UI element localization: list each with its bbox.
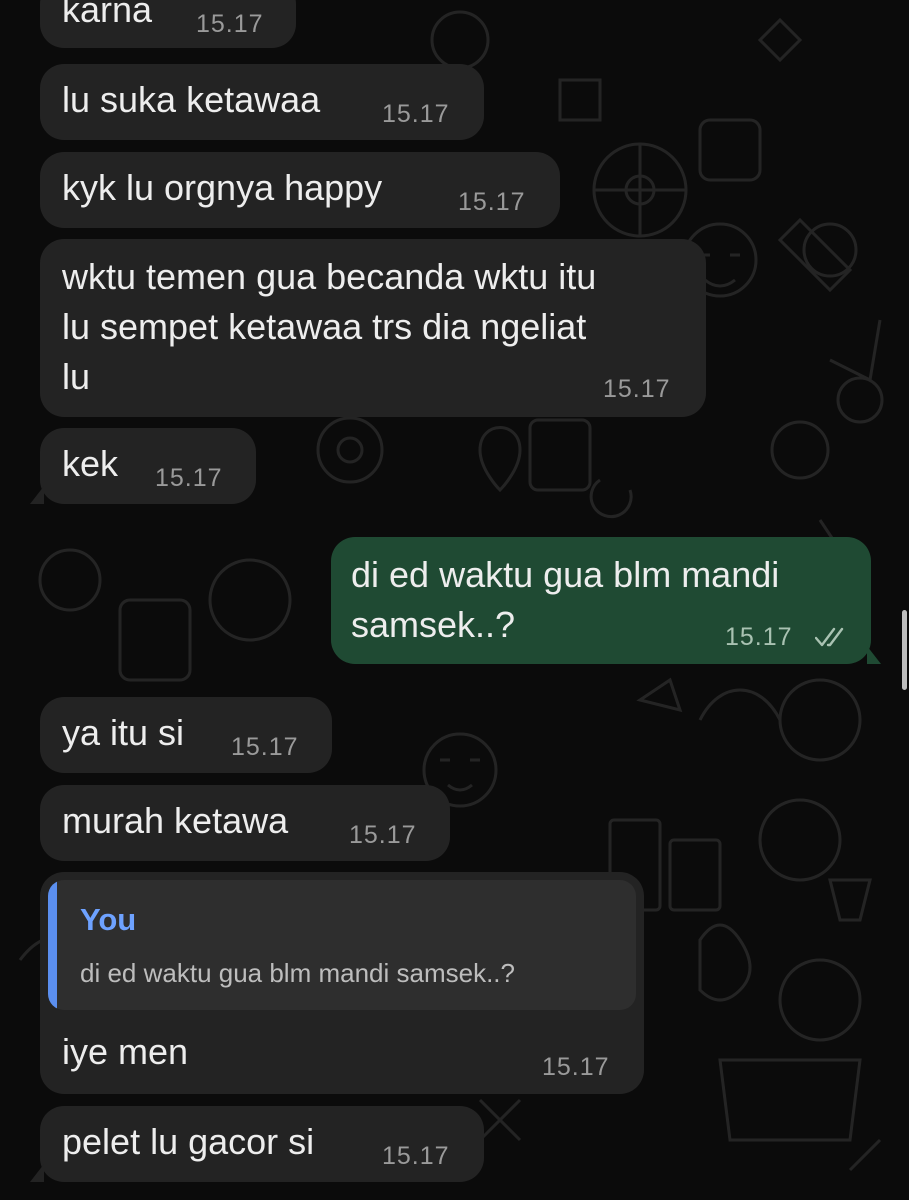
message-timestamp: 15.17 (603, 375, 671, 403)
reply-quoted-text: di ed waktu gua blm mandi samsek..? (80, 958, 515, 988)
reply-accent-bar (48, 880, 57, 1010)
bubble-tail (867, 646, 881, 664)
message-text: kyk lu orgnya happy (62, 167, 383, 208)
message-text: lu suka ketawaa (62, 79, 321, 120)
message-timestamp: 15.17 (458, 188, 526, 216)
message-bubble-incoming[interactable]: kek 15.17 (30, 428, 256, 504)
message-text: karna (62, 0, 153, 30)
message-text: ya itu si (62, 712, 185, 753)
message-bubble-incoming-reply[interactable]: You di ed waktu gua blm mandi samsek..? … (40, 872, 644, 1094)
reply-author: You (80, 902, 137, 937)
message-text: iye men (62, 1031, 189, 1072)
message-bubble-incoming[interactable]: lu suka ketawaa 15.17 (40, 64, 484, 140)
message-bubble-outgoing[interactable]: di ed waktu gua blm mandi samsek..? 15.1… (331, 537, 881, 664)
message-text: murah ketawa (62, 800, 289, 841)
message-bubble-incoming[interactable]: wktu temen gua becanda wktu itu lu sempe… (40, 239, 706, 417)
chat-conversation-view[interactable]: karna 15.17 lu suka ketawaa 15.17 kyk lu… (0, 0, 909, 1200)
message-timestamp: 15.17 (155, 464, 223, 492)
message-text-line: lu (62, 356, 91, 397)
message-text: pelet lu gacor si (62, 1121, 315, 1162)
message-timestamp: 15.17 (231, 733, 299, 761)
message-text-line: samsek..? (351, 604, 516, 645)
message-timestamp: 15.17 (542, 1053, 610, 1081)
message-timestamp: 15.17 (382, 100, 450, 128)
message-timestamp: 15.17 (382, 1142, 450, 1170)
message-bubble-incoming[interactable]: kyk lu orgnya happy 15.17 (40, 152, 560, 228)
message-timestamp: 15.17 (725, 623, 793, 651)
bubble-tail (30, 486, 44, 504)
message-text-line: lu sempet ketawaa trs dia ngeliat (62, 306, 587, 347)
message-bubble-incoming[interactable]: karna 15.17 (40, 0, 296, 48)
message-text: kek (62, 443, 119, 484)
message-text-line: wktu temen gua becanda wktu itu (62, 256, 597, 297)
message-bubble-incoming[interactable]: murah ketawa 15.17 (40, 785, 450, 861)
message-bubble-incoming[interactable]: pelet lu gacor si 15.17 (30, 1106, 484, 1182)
message-text-line: di ed waktu gua blm mandi (351, 554, 780, 595)
message-timestamp: 15.17 (196, 10, 264, 38)
quoted-reply-preview[interactable]: You di ed waktu gua blm mandi samsek..? (48, 880, 636, 1010)
message-timestamp: 15.17 (349, 821, 417, 849)
message-bubble-incoming[interactable]: ya itu si 15.17 (40, 697, 332, 773)
scroll-indicator[interactable] (902, 610, 907, 690)
bubble-tail (30, 1164, 44, 1182)
double-check-icon (815, 627, 844, 647)
